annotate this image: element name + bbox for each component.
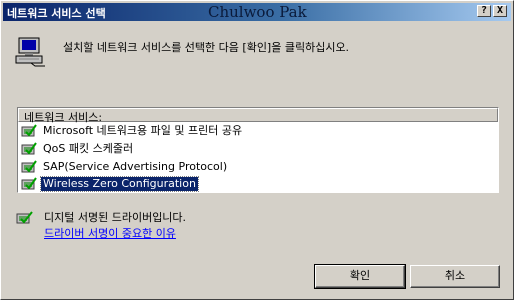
list-item-label: SAP(Service Advertising Protocol): [43, 160, 228, 173]
list-item-file-printer-sharing[interactable]: Microsoft 네트워크용 파일 및 프린터 공유: [20, 123, 496, 140]
list-item-label: Microsoft 네트워크용 파일 및 프린터 공유: [43, 124, 243, 137]
cancel-button[interactable]: 취소: [410, 265, 500, 288]
list-item-label: Wireless Zero Configuration: [40, 176, 199, 192]
list-header: 네트워크 서비스:: [18, 108, 498, 124]
close-button[interactable]: X: [493, 5, 507, 17]
driver-signing-link[interactable]: 드라이버 서명이 중요한 이유: [44, 225, 176, 241]
title-bar[interactable]: 네트워크 서비스 선택 Chulwoo Pak ? X: [3, 3, 511, 21]
network-service-icon: [21, 142, 37, 155]
list-item-label: QoS 패킷 스케줄러: [43, 142, 134, 155]
network-service-icon: [21, 177, 37, 190]
window-title: 네트워크 서비스 선택: [7, 7, 106, 20]
network-service-icon: [21, 160, 37, 173]
list-item-wireless-zero-config[interactable]: Wireless Zero Configuration: [20, 176, 496, 193]
instruction-text: 설치할 네트워크 서비스를 선택한 다음 [확인]을 클릭하십시오.: [63, 41, 350, 54]
signature-status-text: 디지털 서명된 드라이버입니다.: [44, 211, 187, 224]
help-button[interactable]: ?: [477, 5, 491, 17]
list-item-qos-scheduler[interactable]: QoS 패킷 스케줄러: [20, 141, 496, 158]
network-services-list[interactable]: 네트워크 서비스: Microsoft 네트워크용 파일 및 프린터 공유 Qo…: [17, 107, 499, 193]
network-service-icon: [21, 124, 37, 137]
signed-driver-icon: [16, 211, 33, 224]
ok-button[interactable]: 확인: [314, 264, 406, 289]
title-watermark: Chulwoo Pak: [208, 3, 307, 21]
list-item-sap[interactable]: SAP(Service Advertising Protocol): [20, 159, 496, 176]
computer-network-icon: [15, 37, 45, 67]
select-network-service-dialog: 네트워크 서비스 선택 Chulwoo Pak ? X 설치할 네트워크 서비스…: [0, 0, 514, 300]
